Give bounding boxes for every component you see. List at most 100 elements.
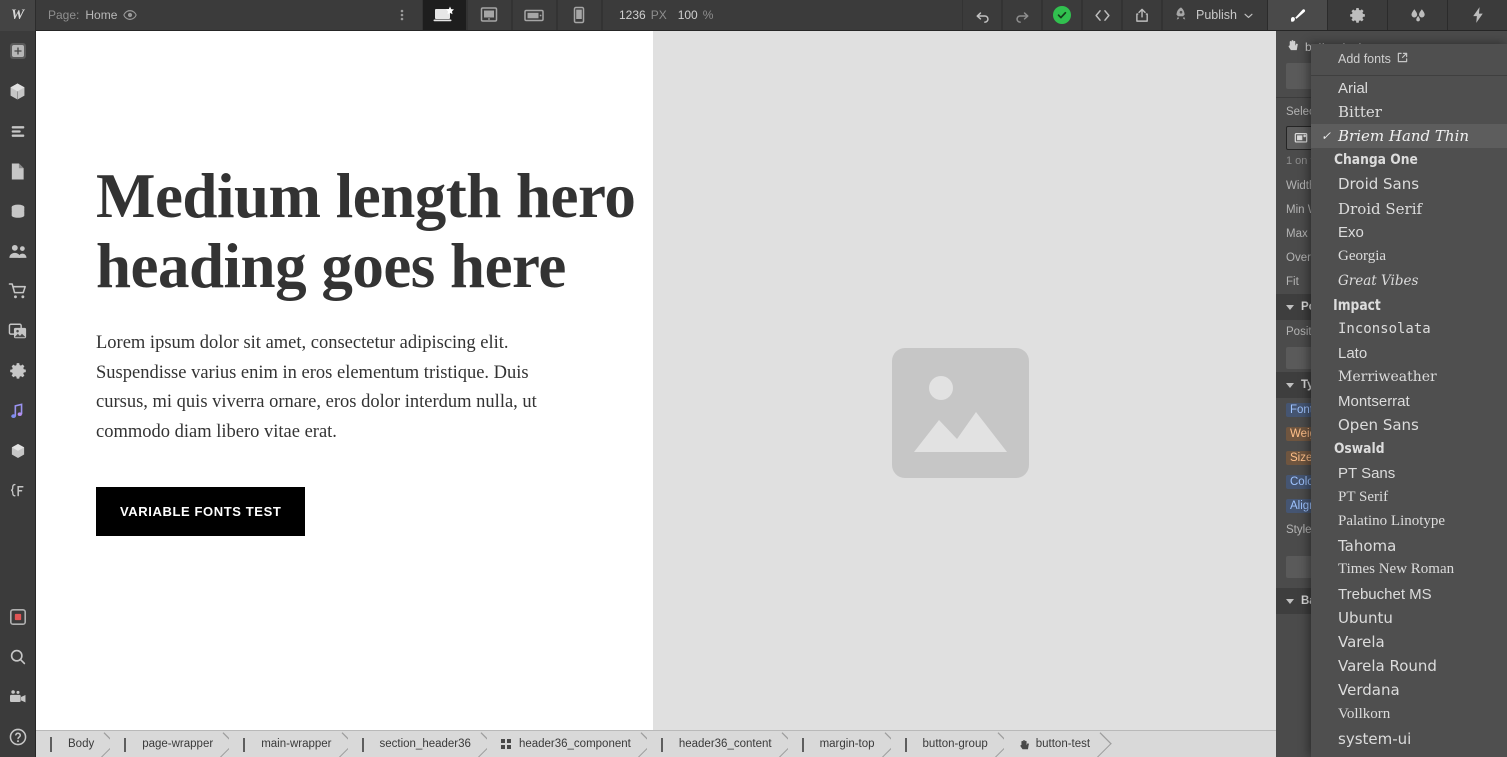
font-option[interactable]: Merriweather: [1311, 365, 1507, 389]
font-option[interactable]: Exo: [1311, 221, 1507, 245]
mobile-breakpoint-button[interactable]: [556, 0, 602, 30]
square-glyph: [124, 737, 127, 752]
breadcrumb-item[interactable]: header36_component: [486, 731, 647, 757]
breadcrumb[interactable]: Body page-wrapper main-wrapper section_head…: [36, 730, 1276, 757]
site-settings-button[interactable]: [0, 351, 36, 391]
font-option[interactable]: Open Sans: [1311, 413, 1507, 437]
font-option[interactable]: Inconsolata: [1311, 317, 1507, 341]
font-option[interactable]: Oswald: [1311, 437, 1478, 461]
cms-button[interactable]: [0, 191, 36, 231]
font-option-label: Palatino Linotype: [1338, 513, 1446, 530]
breadcrumb-item[interactable]: button-group: [890, 731, 1004, 757]
design-canvas[interactable]: Medium length hero heading goes here Lor…: [36, 31, 1276, 730]
div-square-icon: [904, 737, 916, 752]
breadcrumb-item[interactable]: section_header36: [347, 731, 487, 757]
search-button[interactable]: [0, 637, 36, 677]
add-fonts-link[interactable]: Add fonts: [1311, 44, 1507, 76]
components-button[interactable]: [0, 71, 36, 111]
font-option[interactable]: Varela Round: [1311, 654, 1507, 678]
font-option-label: Ubuntu: [1338, 609, 1393, 628]
pages-button[interactable]: [0, 151, 36, 191]
breadcrumb-item-label: section_header36: [379, 738, 471, 750]
div-square-icon: [660, 737, 672, 752]
font-option-label: Varela: [1338, 633, 1385, 652]
font-option[interactable]: Arial: [1311, 76, 1507, 100]
font-list[interactable]: Arial Bitter ✓ Briem Hand Thin Changa One Dro…: [1311, 76, 1507, 751]
font-option[interactable]: Verdana: [1311, 678, 1507, 702]
breadcrumb-item[interactable]: page-wrapper: [110, 731, 230, 757]
font-family-dropdown[interactable]: Add fonts Arial Bitter ✓ Briem Hand Thin Cha…: [1311, 44, 1507, 757]
font-option[interactable]: Trebuchet MS: [1311, 582, 1507, 606]
audio-interactions-button[interactable]: [0, 391, 36, 431]
style-panel-tab[interactable]: [1267, 0, 1328, 30]
font-option[interactable]: Droid Sans: [1311, 172, 1507, 196]
font-option[interactable]: ✓ Briem Hand Thin: [1311, 124, 1507, 149]
body-corner-icon: [50, 736, 61, 752]
webflow-logo[interactable]: W: [0, 0, 36, 31]
breadcrumb-item[interactable]: main-wrapper: [229, 731, 348, 757]
desktop-breakpoint-button[interactable]: [421, 0, 467, 30]
hero-section[interactable]: Medium length hero heading goes here Lor…: [96, 161, 641, 536]
style-manager-tab[interactable]: [1387, 0, 1447, 30]
font-option[interactable]: Ubuntu: [1311, 606, 1507, 630]
font-option-label: Bitter: [1338, 103, 1382, 122]
hero-cta-button[interactable]: VARIABLE FONTS TEST: [96, 487, 306, 536]
interactions-panel-tab[interactable]: [1447, 0, 1507, 30]
font-option[interactable]: Impact: [1311, 293, 1472, 317]
font-option[interactable]: Montserrat: [1311, 389, 1507, 413]
square-glyph: [361, 737, 364, 752]
tablet-landscape-breakpoint-button[interactable]: [511, 0, 557, 30]
page-body[interactable]: Medium length hero heading goes here Lor…: [36, 31, 653, 730]
users-button[interactable]: [0, 231, 36, 271]
hero-heading[interactable]: Medium length hero heading goes here: [96, 161, 641, 301]
div-square-icon: [361, 737, 373, 752]
font-option[interactable]: Times New Roman: [1311, 558, 1507, 582]
save-status-button[interactable]: [1042, 0, 1083, 30]
redo-button[interactable]: [1002, 0, 1043, 30]
font-option-label: Georgia: [1338, 248, 1387, 265]
font-option[interactable]: Droid Serif: [1311, 196, 1507, 220]
undo-button[interactable]: [962, 0, 1003, 30]
font-option[interactable]: Changa One: [1311, 148, 1478, 172]
breadcrumb-item[interactable]: button-test: [1003, 731, 1107, 757]
hand-pointer-icon: [1286, 39, 1299, 55]
video-tutorials-button[interactable]: [0, 677, 36, 717]
font-option[interactable]: Palatino Linotype: [1311, 510, 1507, 534]
tablet-breakpoint-button[interactable]: [466, 0, 512, 30]
font-option[interactable]: Tahoma: [1311, 534, 1507, 558]
breadcrumb-item[interactable]: margin-top: [787, 731, 891, 757]
page-indicator[interactable]: Page: Home: [36, 0, 149, 30]
share-export-button[interactable]: [1122, 0, 1163, 30]
font-option[interactable]: Lato: [1311, 341, 1507, 365]
code-view-button[interactable]: [1082, 0, 1123, 30]
breadcrumb-item[interactable]: Body: [36, 731, 111, 757]
publish-label: Publish: [1196, 8, 1238, 22]
font-option[interactable]: Great Vibes: [1311, 269, 1507, 293]
eye-icon[interactable]: [123, 8, 138, 22]
variables-button[interactable]: [0, 471, 36, 511]
video-record-button[interactable]: [0, 597, 36, 637]
font-option[interactable]: Bitter: [1311, 100, 1507, 124]
font-option[interactable]: Vollkorn: [1311, 702, 1507, 726]
font-option[interactable]: system-ui: [1311, 727, 1507, 751]
caret-down-icon: [1286, 304, 1294, 310]
font-option[interactable]: PT Serif: [1311, 486, 1507, 510]
breadcrumb-item[interactable]: header36_content: [646, 731, 788, 757]
font-option-label: Oswald: [1333, 441, 1385, 458]
font-option[interactable]: Georgia: [1311, 245, 1507, 269]
canvas-size-display[interactable]: 1236 PX 100 %: [601, 0, 729, 30]
font-option-label: Vollkorn: [1338, 705, 1391, 722]
ecommerce-button[interactable]: [0, 271, 36, 311]
hero-paragraph[interactable]: Lorem ipsum dolor sit amet, consectetur …: [96, 329, 576, 447]
font-option[interactable]: PT Sans: [1311, 462, 1507, 486]
more-vertical-icon[interactable]: [382, 0, 422, 30]
image-placeholder-icon[interactable]: [892, 326, 1029, 501]
settings-panel-tab[interactable]: [1327, 0, 1387, 30]
help-button[interactable]: [0, 717, 36, 757]
publish-button[interactable]: Publish: [1162, 0, 1267, 30]
assets-button[interactable]: [0, 311, 36, 351]
add-elements-button[interactable]: [0, 31, 36, 71]
navigator-button[interactable]: [0, 111, 36, 151]
apps-button[interactable]: [0, 431, 36, 471]
font-option[interactable]: Varela: [1311, 630, 1507, 654]
